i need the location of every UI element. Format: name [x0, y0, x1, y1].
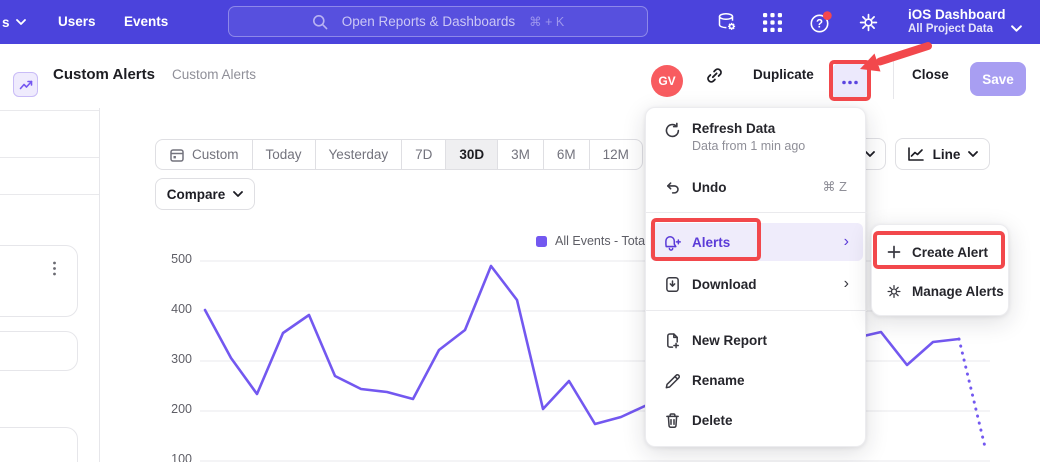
nav-item-events[interactable]: Events	[124, 14, 168, 29]
range-today[interactable]: Today	[252, 140, 315, 169]
compare-button[interactable]: Compare	[155, 178, 255, 210]
menu-item-label: Rename	[692, 373, 745, 388]
duplicate-button[interactable]: Duplicate	[753, 67, 814, 82]
chart-line-projected	[959, 339, 985, 447]
submenu-item-label: Manage Alerts	[912, 284, 1004, 299]
query-card	[0, 245, 78, 317]
range-7d[interactable]: 7D	[401, 140, 445, 169]
menu-item-label: Refresh Data	[692, 121, 805, 136]
data-management-icon[interactable]	[713, 8, 741, 36]
breadcrumb: Custom Alerts	[172, 44, 256, 105]
project-switcher[interactable]: iOS Dashboard All Project Data	[908, 7, 1006, 36]
close-button[interactable]: Close	[912, 67, 949, 82]
left-panel-row-border	[0, 194, 99, 195]
settings-gear-icon[interactable]	[854, 8, 882, 36]
save-button[interactable]: Save	[970, 62, 1026, 96]
menu-item-label: New Report	[692, 333, 767, 348]
range-custom[interactable]: Custom	[156, 140, 252, 169]
link-icon	[705, 72, 724, 89]
avatar[interactable]: GV	[651, 65, 683, 97]
more-options-menu: Refresh Data Data from 1 min ago Undo ⌘ …	[645, 107, 866, 447]
menu-item-label: Undo	[692, 180, 727, 195]
menu-item-rename[interactable]: Rename	[650, 360, 863, 400]
range-6m[interactable]: 6M	[543, 140, 589, 169]
range-yesterday[interactable]: Yesterday	[315, 140, 402, 169]
menu-item-shortcut: ⌘ Z	[822, 179, 847, 195]
left-panel-top-border	[0, 110, 99, 111]
menu-item-new-report[interactable]: New Report	[650, 320, 863, 360]
search-icon	[312, 14, 328, 30]
menu-item-label: Delete	[692, 413, 733, 428]
trash-icon	[662, 412, 682, 429]
kebab-menu-icon[interactable]	[52, 261, 57, 281]
nav-item-partial[interactable]: s	[2, 0, 26, 44]
pencil-icon	[662, 372, 682, 389]
menu-item-label: Alerts	[692, 235, 730, 250]
refresh-icon	[662, 122, 682, 139]
menu-separator	[646, 310, 867, 311]
ellipsis-icon	[841, 72, 859, 90]
submenu-item-create-alert[interactable]: Create Alert	[876, 233, 1006, 271]
menu-item-sublabel: Data from 1 min ago	[692, 139, 805, 153]
report-type-icon	[13, 72, 38, 97]
search-shortcut: ⌘ + K	[529, 14, 564, 29]
range-12m[interactable]: 12M	[589, 140, 642, 169]
menu-item-alerts[interactable]: Alerts ›	[650, 223, 863, 261]
top-navigation: s Users Events Open Reports & Dashboards…	[0, 0, 1040, 44]
project-name: iOS Dashboard	[908, 7, 1006, 22]
download-icon	[662, 276, 682, 293]
range-30d[interactable]: 30D	[445, 140, 497, 169]
submenu-item-label: Create Alert	[912, 245, 988, 260]
calendar-icon	[169, 147, 185, 163]
page-title: Custom Alerts	[53, 44, 155, 105]
help-icon[interactable]: ?	[806, 8, 834, 36]
svg-text:?: ?	[815, 18, 822, 30]
new-report-icon	[662, 332, 682, 349]
menu-item-delete[interactable]: Delete	[650, 400, 863, 440]
alerts-submenu: Create Alert Manage Alerts	[871, 224, 1009, 316]
menu-item-refresh-data[interactable]: Refresh Data Data from 1 min ago	[650, 116, 863, 168]
report-header: Custom Alerts Custom Alerts GV Duplicate…	[0, 44, 1040, 105]
chevron-down-icon	[865, 151, 875, 157]
chart-type-button[interactable]: Line	[895, 138, 990, 170]
range-3m[interactable]: 3M	[497, 140, 543, 169]
left-panel-row-border	[0, 157, 99, 158]
more-options-button[interactable]	[832, 63, 868, 99]
query-card	[0, 331, 78, 371]
plus-icon	[886, 245, 902, 259]
bell-plus-icon	[662, 234, 682, 251]
global-search[interactable]: Open Reports & Dashboards ⌘ + K	[228, 6, 648, 37]
menu-separator	[646, 212, 867, 213]
menu-item-undo[interactable]: Undo ⌘ Z	[650, 167, 863, 207]
share-link-button[interactable]	[705, 66, 725, 86]
chevron-down-icon	[968, 151, 978, 157]
undo-icon	[662, 179, 682, 196]
project-scope: All Project Data	[908, 22, 1006, 36]
submenu-chevron-icon: ›	[844, 276, 849, 292]
chevron-down-icon	[16, 19, 26, 25]
gear-icon	[886, 283, 902, 300]
submenu-chevron-icon: ›	[844, 234, 849, 250]
apps-grid-icon[interactable]	[758, 8, 786, 36]
submenu-item-manage-alerts[interactable]: Manage Alerts	[876, 272, 1006, 310]
date-range-control: Custom Today Yesterday 7D 30D 3M 6M 12M	[155, 139, 643, 170]
header-divider	[893, 61, 894, 99]
chevron-down-icon[interactable]	[1011, 19, 1022, 37]
chevron-down-icon	[233, 191, 243, 197]
nav-item-users[interactable]: Users	[58, 14, 96, 29]
search-placeholder: Open Reports & Dashboards	[342, 14, 515, 29]
line-chart-icon	[907, 146, 925, 162]
query-card	[0, 427, 78, 462]
menu-item-download[interactable]: Download ›	[650, 264, 863, 304]
menu-item-label: Download	[692, 277, 757, 292]
